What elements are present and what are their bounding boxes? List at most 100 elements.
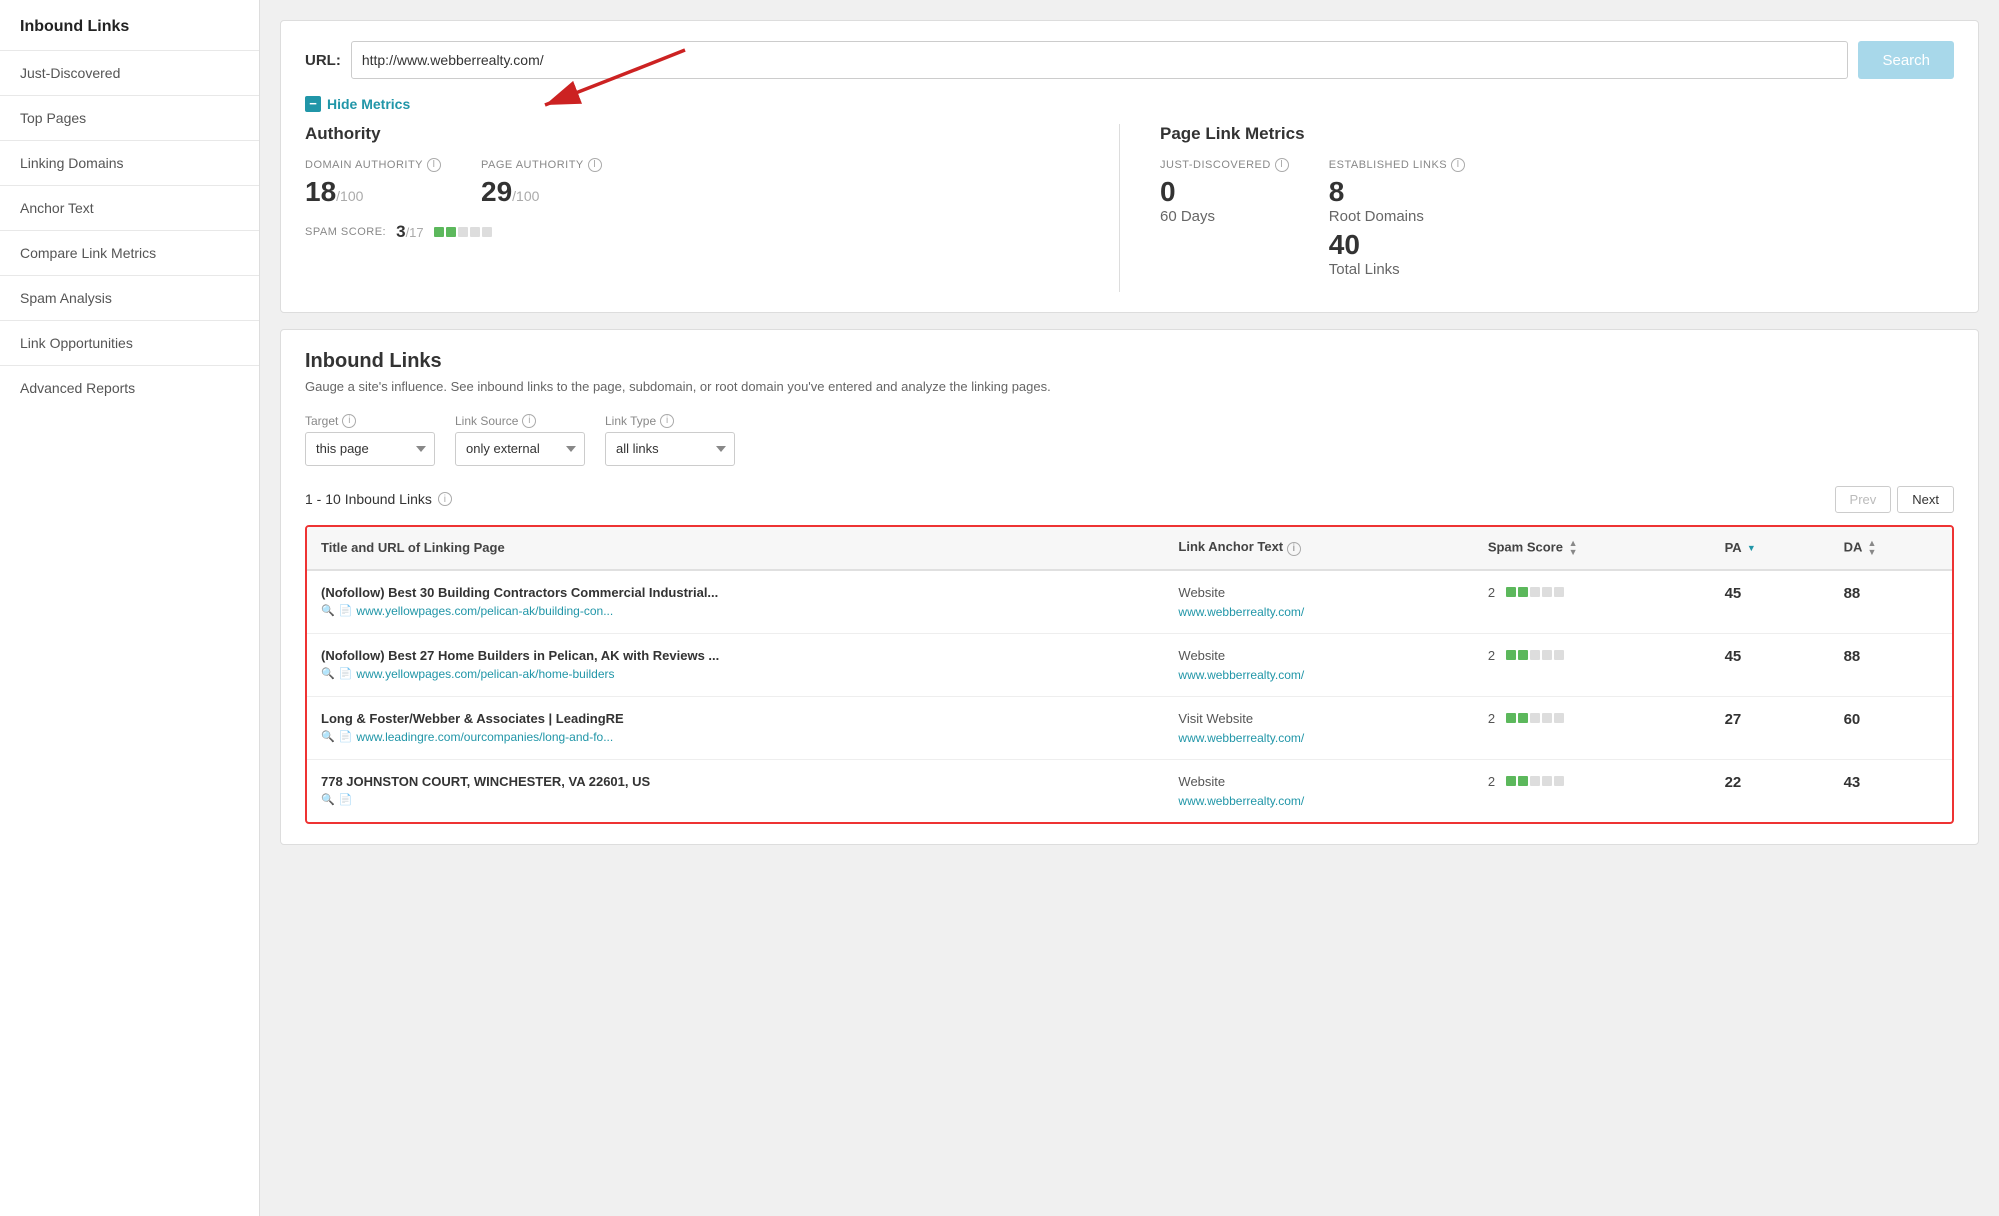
metrics-grid: Authority DOMAIN AUTHORITY i 18/100 P <box>305 124 1954 292</box>
spam-bar-gray <box>1554 776 1564 786</box>
cell-anchor-text: Website www.webberrealty.com/ <box>1164 570 1473 634</box>
col-spam-score: Spam Score ▲▼ <box>1474 527 1711 570</box>
target-filter: Target i this page subdomain root domain <box>305 414 435 466</box>
search-icon: 🔍 <box>321 604 335 617</box>
cell-spam-score: 2 <box>1474 633 1711 696</box>
spam-bar-green <box>1518 650 1528 660</box>
da-value: 43 <box>1844 774 1861 791</box>
anchor-url[interactable]: www.webberrealty.com/ <box>1178 731 1304 745</box>
table-row: (Nofollow) Best 27 Home Builders in Peli… <box>307 633 1952 696</box>
anchor-url[interactable]: www.webberrealty.com/ <box>1178 668 1304 682</box>
sidebar-item-spam-analysis[interactable]: Spam Analysis <box>0 275 259 320</box>
link-type-select[interactable]: all links follow nofollow <box>605 432 735 466</box>
page-authority-info-icon: i <box>588 158 602 172</box>
pa-value: 27 <box>1725 711 1742 728</box>
col-pa: PA ▼ <box>1711 527 1830 570</box>
link-url[interactable]: www.leadingre.com/ourcompanies/long-and-… <box>356 730 613 744</box>
established-links-info-icon: i <box>1451 158 1465 172</box>
results-header: 1 - 10 Inbound Links i Prev Next <box>305 486 1954 513</box>
link-source-filter: Link Source i only external only interna… <box>455 414 585 466</box>
pa-sort-arrows[interactable]: ▼ <box>1747 544 1756 553</box>
spam-sort-arrows[interactable]: ▲▼ <box>1569 539 1578 557</box>
prev-button[interactable]: Prev <box>1835 486 1892 513</box>
sidebar-item-linking-domains[interactable]: Linking Domains <box>0 140 259 185</box>
page-authority-metric: PAGE AUTHORITY i 29/100 <box>481 158 602 208</box>
url-row: URL: Search <box>305 41 1954 79</box>
link-title: Long & Foster/Webber & Associates | Lead… <box>321 711 1150 726</box>
anchor-text-main: Website <box>1178 585 1459 600</box>
link-type-filter-label: Link Type i <box>605 414 735 428</box>
established-links-total-label: Total Links <box>1329 261 1465 278</box>
hide-metrics-button[interactable]: − Hide Metrics <box>305 96 410 112</box>
spam-bar-gray <box>1554 587 1564 597</box>
pa-value: 45 <box>1725 648 1742 665</box>
link-type-filter: Link Type i all links follow nofollow <box>605 414 735 466</box>
spam-bar <box>434 227 492 237</box>
table-row: 778 JOHNSTON COURT, WINCHESTER, VA 22601… <box>307 759 1952 822</box>
spam-bar-visual <box>1506 587 1564 597</box>
spam-number: 2 <box>1488 711 1500 726</box>
hide-metrics-row: − Hide Metrics <box>305 95 1954 112</box>
sidebar-item-compare-link-metrics[interactable]: Compare Link Metrics <box>0 230 259 275</box>
sidebar-item-anchor-text[interactable]: Anchor Text <box>0 185 259 230</box>
spam-bar-gray <box>1542 776 1552 786</box>
domain-authority-value: 18/100 <box>305 176 441 208</box>
search-button[interactable]: Search <box>1858 41 1954 79</box>
cell-spam-score: 2 <box>1474 696 1711 759</box>
sidebar-item-top-pages[interactable]: Top Pages <box>0 95 259 140</box>
table-body: (Nofollow) Best 30 Building Contractors … <box>307 570 1952 822</box>
established-links-label: ESTABLISHED LINKS i <box>1329 158 1465 172</box>
link-source-info-icon: i <box>522 414 536 428</box>
spam-bar-segment-4 <box>470 227 480 237</box>
page-link-metrics-section: Page Link Metrics JUST-DISCOVERED i 0 60… <box>1119 124 1954 292</box>
inbound-links-description: Gauge a site's influence. See inbound li… <box>305 379 1954 394</box>
cell-pa: 45 <box>1711 570 1830 634</box>
cell-title-url: (Nofollow) Best 27 Home Builders in Peli… <box>307 633 1164 696</box>
spam-bar-segment-2 <box>446 227 456 237</box>
page-authority-value: 29/100 <box>481 176 602 208</box>
url-input[interactable] <box>351 41 1849 79</box>
sidebar-item-advanced-reports[interactable]: Advanced Reports <box>0 365 259 410</box>
pa-value: 45 <box>1725 585 1742 602</box>
sidebar-item-just-discovered[interactable]: Just-Discovered <box>0 50 259 95</box>
inbound-links-title: Inbound Links <box>305 350 1954 373</box>
pagination-buttons: Prev Next <box>1835 486 1954 513</box>
spam-cell: 2 <box>1488 774 1697 789</box>
cell-pa: 22 <box>1711 759 1830 822</box>
just-discovered-metric: JUST-DISCOVERED i 0 60 Days <box>1160 158 1289 278</box>
spam-bar-gray <box>1530 587 1540 597</box>
established-links-root: 8 <box>1329 176 1465 208</box>
spam-bar-visual <box>1506 650 1564 660</box>
spam-bar-green <box>1518 776 1528 786</box>
spam-number: 2 <box>1488 774 1500 789</box>
spam-bar-gray <box>1554 650 1564 660</box>
established-links-metric: ESTABLISHED LINKS i 8 Root Domains 40 To… <box>1329 158 1465 278</box>
just-discovered-label: JUST-DISCOVERED i <box>1160 158 1289 172</box>
results-info-icon: i <box>438 492 452 506</box>
link-source-select[interactable]: only external only internal all links <box>455 432 585 466</box>
spam-bar-green <box>1506 776 1516 786</box>
link-url[interactable]: www.yellowpages.com/pelican-ak/building-… <box>356 604 613 618</box>
da-value: 88 <box>1844 585 1861 602</box>
link-title: 778 JOHNSTON COURT, WINCHESTER, VA 22601… <box>321 774 1150 789</box>
link-url[interactable]: www.yellowpages.com/pelican-ak/home-buil… <box>356 667 614 681</box>
anchor-url[interactable]: www.webberrealty.com/ <box>1178 794 1304 808</box>
cell-title-url: Long & Foster/Webber & Associates | Lead… <box>307 696 1164 759</box>
cell-da: 60 <box>1830 696 1952 759</box>
spam-bar-green <box>1506 587 1516 597</box>
target-select[interactable]: this page subdomain root domain <box>305 432 435 466</box>
target-info-icon: i <box>342 414 356 428</box>
page-icon: 📄 <box>339 730 353 743</box>
spam-bar-segment-1 <box>434 227 444 237</box>
established-links-root-label: Root Domains <box>1329 208 1465 225</box>
table-header-row: Title and URL of Linking Page Link Ancho… <box>307 527 1952 570</box>
spam-bar-gray <box>1542 713 1552 723</box>
next-button[interactable]: Next <box>1897 486 1954 513</box>
sidebar-item-link-opportunities[interactable]: Link Opportunities <box>0 320 259 365</box>
anchor-url[interactable]: www.webberrealty.com/ <box>1178 605 1304 619</box>
da-sort-arrows[interactable]: ▲▼ <box>1868 539 1877 557</box>
anchor-text-info-icon: i <box>1287 542 1301 556</box>
inbound-links-table-wrapper: Title and URL of Linking Page Link Ancho… <box>305 525 1954 824</box>
domain-authority-info-icon: i <box>427 158 441 172</box>
filters-row: Target i this page subdomain root domain… <box>305 414 1954 466</box>
